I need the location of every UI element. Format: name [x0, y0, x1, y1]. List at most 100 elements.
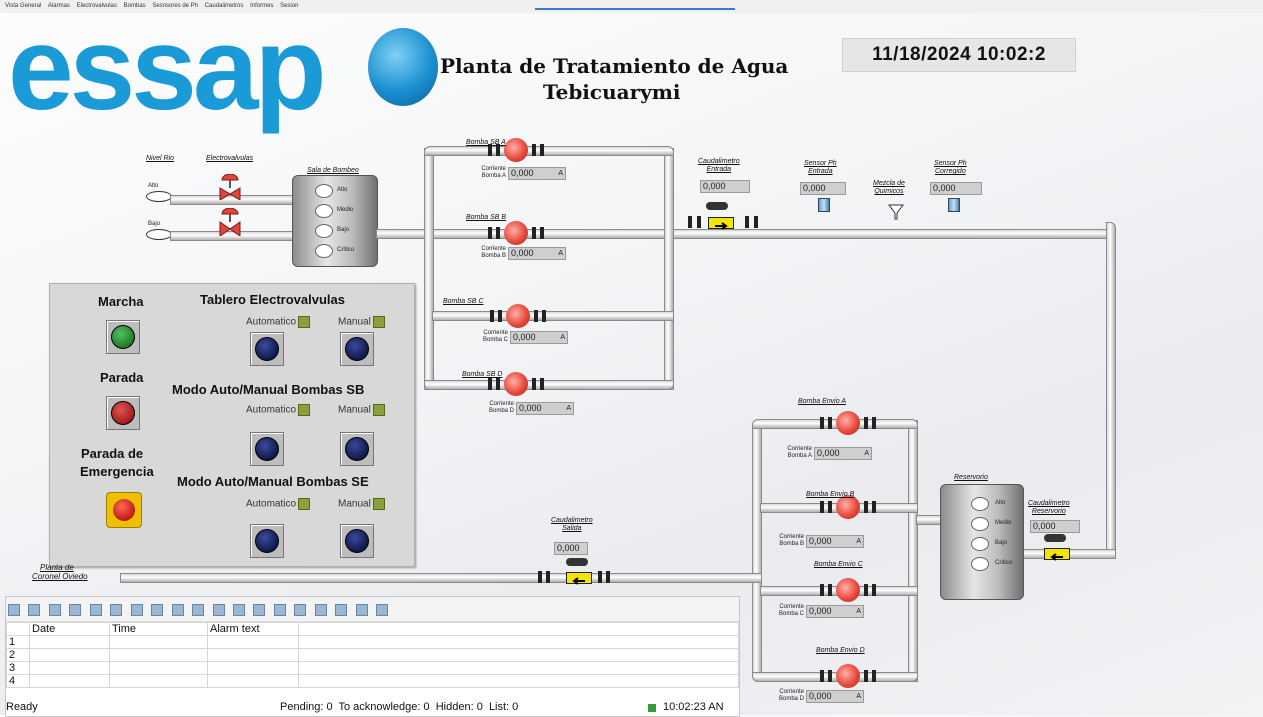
current-label-1: Corriente	[787, 446, 812, 452]
status-bar: Ready Pending: 0 To acknowledge: 0 Hidde…	[0, 701, 1263, 715]
pump-icon	[504, 372, 528, 396]
tablero-title: Tablero Electrovalvulas	[200, 292, 345, 307]
se-pump-0-label: Bomba Envio A	[798, 398, 846, 405]
ack-icon[interactable]	[28, 604, 41, 616]
flange	[820, 417, 824, 429]
emergency-stop-button[interactable]	[106, 492, 142, 528]
flange-entrada-2	[697, 216, 701, 228]
flange	[828, 417, 832, 429]
ack-all-icon[interactable]	[48, 604, 61, 616]
sb-manual-button[interactable]	[340, 432, 374, 466]
current-value: 0,000	[809, 691, 832, 701]
reset-icon[interactable]	[212, 604, 225, 616]
reservorio-lamp-medio	[971, 517, 989, 531]
se-pump-2[interactable]	[820, 578, 880, 604]
flange-salida-2	[546, 571, 550, 583]
table-row[interactable]: 4	[6, 674, 739, 688]
info-icon[interactable]	[253, 604, 266, 616]
table-row[interactable]: 2	[6, 648, 739, 662]
lock-list-icon[interactable]	[192, 604, 205, 616]
caudalimetro-entrada-label: Caudalimetro Entrada	[698, 158, 740, 174]
sb-pump-1-current-value: 0,000 A	[508, 247, 566, 260]
chart-icon[interactable]	[130, 604, 143, 616]
nivel-alto-label: Alto	[148, 183, 159, 189]
hide-icon[interactable]	[151, 604, 164, 616]
caudalimetro-salida-meter-icon	[566, 558, 588, 566]
status-time: 10:02:23 AN	[663, 701, 724, 713]
first-icon[interactable]	[294, 604, 307, 616]
filter-icon[interactable]	[69, 604, 82, 616]
se-pump-1[interactable]	[820, 495, 880, 521]
flange	[488, 378, 492, 390]
marcha-button[interactable]	[106, 320, 140, 354]
sort-icon[interactable]	[89, 604, 102, 616]
alarm-window: Date Time Alarm text 1 2 3 4	[5, 596, 740, 717]
alarm-col-date[interactable]: Date	[29, 622, 110, 636]
se-auto-button[interactable]	[250, 524, 284, 558]
emergencia-label-2: Emergencia	[80, 464, 154, 479]
page-subtitle: Tebicuarymi	[543, 80, 681, 104]
settings-icon[interactable]	[171, 604, 184, 616]
datetime-display: 11/18/2024 10:02:2	[842, 38, 1076, 72]
table-row[interactable]: 3	[6, 661, 739, 675]
next-icon[interactable]	[335, 604, 348, 616]
print-icon[interactable]	[232, 604, 245, 616]
tablero-manual-button[interactable]	[340, 332, 374, 366]
current-label-2: Bomba C	[778, 611, 804, 617]
caudalimetro-salida-label: Caudalimetro Salida	[551, 517, 593, 533]
reservorio-level-critico: Critico	[995, 560, 1013, 566]
se-pump-2-current-label: Corriente Bomba C	[776, 604, 804, 618]
export-icon[interactable]	[110, 604, 123, 616]
last-icon[interactable]	[355, 604, 368, 616]
sb-pump-3-current-value: 0,000 A	[516, 402, 574, 415]
ph-entrada-value: 0,000	[800, 182, 846, 195]
parada-button[interactable]	[106, 396, 140, 430]
pump-icon	[836, 664, 860, 688]
sala-level-label-critico: Critico	[337, 247, 355, 253]
sb-manual-label: Manual	[338, 404, 385, 416]
reservorio-tank: Alto Medio Bajo Critico	[940, 484, 1024, 600]
refresh-icon[interactable]	[376, 604, 389, 616]
lock-icon	[298, 404, 311, 416]
outlet-pipe	[120, 573, 762, 583]
sb-pump-0-current-value: 0,000 A	[508, 167, 566, 180]
table-row[interactable]: 1	[6, 635, 739, 649]
se-pump-3[interactable]	[820, 664, 880, 690]
electrovalve-1[interactable]	[219, 173, 241, 201]
pump-icon	[836, 495, 860, 519]
ph-entrada-label: Sensor Ph Entrada	[804, 160, 837, 176]
help-icon[interactable]	[8, 604, 20, 616]
current-unit: A	[566, 405, 571, 412]
se-pump-0[interactable]	[820, 411, 880, 437]
flange	[532, 227, 536, 239]
pump-icon	[504, 221, 528, 245]
right-riser-pipe	[1106, 222, 1116, 558]
prev-icon[interactable]	[314, 604, 327, 616]
sala-level-label-alto: Alto	[337, 187, 348, 193]
chemical-mix-funnel-icon	[888, 204, 904, 220]
lock-icon	[298, 498, 311, 510]
alarm-col-text[interactable]: Alarm text	[207, 622, 299, 636]
sb-auto-button[interactable]	[250, 432, 284, 466]
current-label-1: Corriente	[779, 604, 804, 610]
reservorio-lamp-alto	[971, 497, 989, 511]
current-value: 0,000	[513, 332, 536, 342]
page-title: Planta de Tratamiento de Agua	[440, 54, 789, 78]
alarm-col-time[interactable]: Time	[109, 622, 208, 636]
current-label-2: Bomba C	[482, 337, 508, 343]
alarm-table: Date Time Alarm text 1 2 3 4	[6, 622, 739, 688]
reservorio-level-alto: Alto	[995, 500, 1006, 506]
tablero-auto-button[interactable]	[250, 332, 284, 366]
sb-pump-0-current-label: Corriente Bomba A	[478, 166, 506, 180]
sala-level-lamp-critico	[315, 244, 333, 258]
sb-pump-2[interactable]	[490, 304, 550, 330]
row-number: 3	[6, 661, 30, 675]
ph-corregido-sensor-icon	[948, 198, 960, 212]
electrovalve-2[interactable]	[219, 207, 241, 237]
se-pump-1-current-label: Corriente Bomba B	[776, 534, 804, 548]
list-icon[interactable]	[273, 604, 286, 616]
se-manual-button[interactable]	[340, 524, 374, 558]
sb-pump-1[interactable]	[488, 221, 548, 247]
lock-icon	[372, 316, 385, 328]
sb-manifold-right	[664, 148, 674, 390]
